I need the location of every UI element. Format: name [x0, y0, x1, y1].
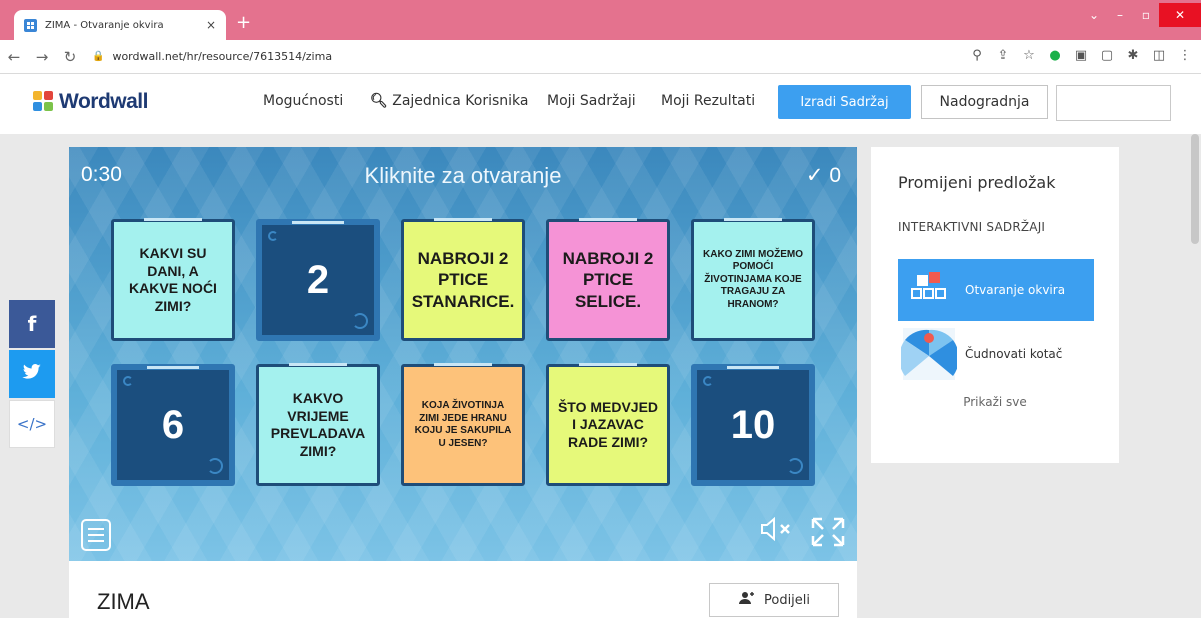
swirl-decoration-icon: [703, 376, 713, 386]
activity-title: ZIMA: [97, 589, 150, 614]
game-area: 0:30 Kliknite za otvaranje ✓ 0 KAKVI SU …: [69, 147, 857, 561]
share-page-icon[interactable]: ⇪: [995, 48, 1011, 64]
nav-community-label: Zajednica Korisnika: [392, 93, 529, 109]
opened-box[interactable]: KAKVI SU DANI, A KAKVE NOĆI ZIMI?: [111, 218, 235, 341]
window-controls: ⌄ – ▫ ✕: [1081, 0, 1201, 30]
embed-code-icon: </>: [16, 415, 48, 433]
template-label: Otvaranje okvira: [965, 283, 1066, 297]
facebook-share-button[interactable]: f: [9, 300, 55, 348]
share-user-icon: [738, 591, 754, 609]
nav-my-results[interactable]: Moji Rezultati: [661, 93, 755, 109]
box-text: KAKVI SU DANI, A KAKVE NOĆI ZIMI?: [129, 245, 217, 314]
wordwall-favicon-icon: [24, 18, 37, 32]
browser-menu-icon[interactable]: ⋮: [1177, 48, 1193, 64]
box-text: KAKO ZIMI MOŽEMO POMOĆI ŽIVOTINJAMA KOJE…: [703, 248, 803, 310]
zoom-icon[interactable]: ⚲: [969, 48, 985, 64]
logo-text: Wordwall: [59, 90, 148, 113]
minimize-icon[interactable]: –: [1107, 8, 1133, 22]
wordwall-logo[interactable]: Wordwall: [33, 90, 148, 114]
mute-icon[interactable]: [759, 516, 795, 547]
lock-icon[interactable]: 🔒: [92, 51, 104, 62]
nav-my-activities[interactable]: Moji Sadržaji: [547, 93, 636, 109]
extension-icon[interactable]: ▣: [1073, 48, 1089, 64]
box-text: NABROJI 2 PTICE STANARICE.: [411, 249, 515, 311]
maximize-icon[interactable]: ▫: [1133, 8, 1159, 22]
swirl-decoration-icon: [268, 231, 278, 241]
box-text: 10: [730, 403, 776, 447]
closed-box[interactable]: 6: [111, 364, 235, 486]
box-text: ŠTO MEDVJED I JAZAVAC RADE ZIMI?: [557, 398, 659, 450]
opened-box[interactable]: KAKO ZIMI MOŽEMO POMOĆI ŽIVOTINJAMA KOJE…: [691, 218, 815, 341]
reload-icon[interactable]: ↻: [56, 48, 84, 66]
open-the-box-icon: [901, 262, 957, 318]
opened-box[interactable]: KOJA ŽIVOTINJA ZIMI JEDE HRANU KOJU JE S…: [401, 363, 525, 486]
share-label: Podijeli: [763, 592, 811, 608]
bookmark-star-icon[interactable]: ☆: [1021, 48, 1037, 64]
opened-box[interactable]: KAKVO VRIJEME PREVLADAVA ZIMI?: [256, 363, 380, 486]
tab-search-icon[interactable]: ⌄: [1081, 8, 1107, 22]
box-text: KOJA ŽIVOTINJA ZIMI JEDE HRANU KOJU JE S…: [414, 400, 512, 449]
site-header: Wordwall Mogućnosti 🔍︎ Zajednica Korisni…: [0, 74, 1201, 134]
activity-info: ZIMA Podijeli: [69, 561, 857, 618]
search-icon: 🔍︎: [370, 93, 388, 109]
url-field[interactable]: 🔒 wordwall.net/hr/resource/7613514/zima: [92, 50, 332, 63]
wordwall-logo-icon: [33, 91, 55, 113]
template-open-the-box[interactable]: Otvaranje okvira: [898, 259, 1094, 321]
create-activity-button[interactable]: Izradi Sadržaj: [778, 85, 911, 119]
close-tab-icon[interactable]: ×: [206, 18, 216, 32]
opened-box[interactable]: ŠTO MEDVJED I JAZAVAC RADE ZIMI?: [546, 363, 670, 486]
game-menu-button[interactable]: [81, 519, 111, 551]
panel-subtitle: INTERAKTIVNI SADRŽAJI: [898, 220, 1046, 234]
address-bar: ← → ↻ 🔒 wordwall.net/hr/resource/7613514…: [0, 40, 1201, 74]
panel-title: Promijeni predložak: [898, 173, 1056, 192]
share-button[interactable]: Podijeli: [709, 583, 839, 617]
tab-title: ZIMA - Otvaranje okvira: [45, 19, 164, 31]
menu-line: [88, 540, 104, 542]
page-scrollbar[interactable]: [1191, 134, 1199, 244]
game-score: ✓ 0: [805, 164, 841, 187]
extension-green-icon[interactable]: ●: [1047, 48, 1063, 64]
game-instruction: Kliknite za otvaranje: [364, 163, 562, 188]
nav-community[interactable]: 🔍︎ Zajednica Korisnika: [370, 93, 528, 109]
box-text: KAKVO VRIJEME PREVLADAVA ZIMI?: [270, 390, 366, 459]
menu-line: [88, 534, 104, 536]
menu-line: [88, 528, 104, 530]
browser-tab-bar: ZIMA - Otvaranje okvira × + ⌄ – ▫ ✕: [0, 0, 1201, 40]
back-icon[interactable]: ←: [0, 48, 28, 66]
nav-features[interactable]: Mogućnosti: [263, 93, 343, 109]
spin-wheel-icon: [901, 326, 957, 382]
template-spin-wheel[interactable]: Čudnovati kotač: [898, 325, 1094, 383]
twitter-share-button[interactable]: [9, 350, 55, 398]
sidebar-icon[interactable]: ◫: [1151, 48, 1167, 64]
close-window-icon[interactable]: ✕: [1159, 3, 1201, 27]
embed-button[interactable]: </>: [9, 400, 55, 448]
box-text: 6: [161, 403, 185, 447]
closed-box[interactable]: 2: [256, 219, 380, 341]
upgrade-button[interactable]: Nadogradnja: [921, 85, 1048, 119]
box-text: 2: [306, 258, 330, 302]
show-all-link[interactable]: Prikaži sve: [871, 395, 1119, 409]
twitter-icon: [22, 363, 42, 385]
opened-box[interactable]: NABROJI 2 PTICE SELICE.: [546, 218, 670, 341]
template-panel: Promijeni predložak INTERAKTIVNI SADRŽAJ…: [871, 147, 1119, 463]
facebook-icon: f: [27, 312, 37, 336]
account-area[interactable]: [1056, 85, 1171, 121]
game-background: [69, 147, 857, 561]
extension-screenshot-icon[interactable]: ▢: [1099, 48, 1115, 64]
url-text: wordwall.net/hr/resource/7613514/zima: [112, 50, 333, 63]
browser-extensions: ⚲ ⇪ ☆ ● ▣ ▢ ✱ ◫ ⋮: [969, 48, 1193, 64]
forward-icon[interactable]: →: [28, 48, 56, 66]
extensions-puzzle-icon[interactable]: ✱: [1125, 48, 1141, 64]
fullscreen-icon[interactable]: [811, 517, 845, 549]
box-text: NABROJI 2 PTICE SELICE.: [562, 249, 654, 311]
closed-box[interactable]: 10: [691, 364, 815, 486]
new-tab-button[interactable]: +: [236, 14, 251, 32]
opened-box[interactable]: NABROJI 2 PTICE STANARICE.: [401, 218, 525, 341]
browser-tab[interactable]: ZIMA - Otvaranje okvira ×: [14, 10, 226, 40]
template-label: Čudnovati kotač: [965, 347, 1063, 361]
swirl-decoration-icon: [123, 376, 133, 386]
